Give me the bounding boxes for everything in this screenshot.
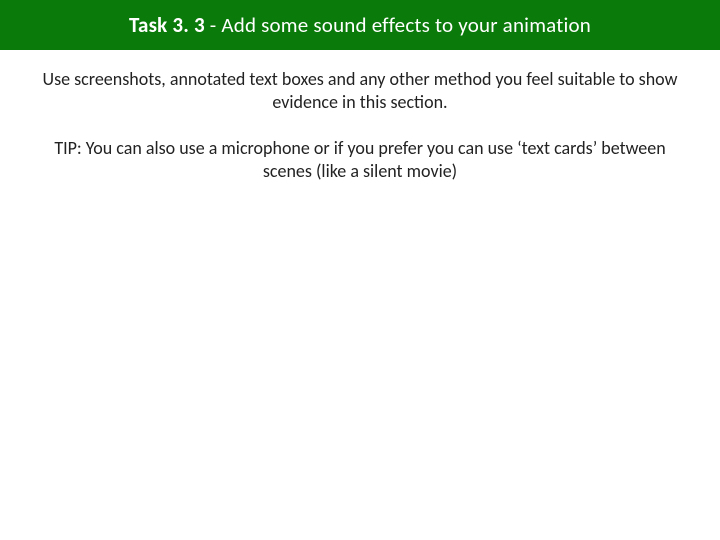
slide-title: Task 3. 3 - Add some sound effects to yo…: [129, 12, 591, 38]
body-area: Use screenshots, annotated text boxes an…: [0, 68, 720, 182]
tip-text: TIP: You can also use a microphone or if…: [34, 137, 686, 182]
title-bar: Task 3. 3 - Add some sound effects to yo…: [0, 0, 720, 50]
task-description: - Add some sound effects to your animati…: [210, 12, 591, 38]
slide: Task 3. 3 - Add some sound effects to yo…: [0, 0, 720, 540]
task-number: Task 3. 3: [129, 12, 210, 38]
instruction-text: Use screenshots, annotated text boxes an…: [34, 68, 686, 113]
